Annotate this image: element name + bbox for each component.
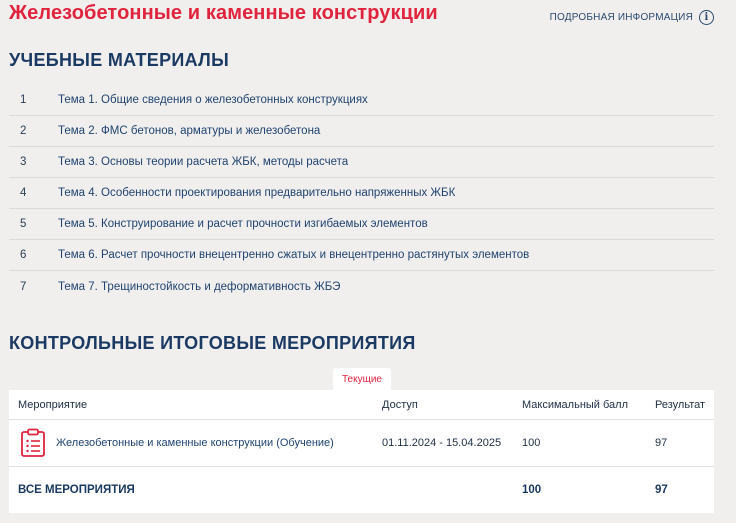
material-item-7[interactable]: 7 Тема 7. Трещиностойкость и деформативно… bbox=[9, 271, 714, 302]
material-number: 1 bbox=[20, 94, 27, 106]
material-number: 3 bbox=[20, 156, 27, 168]
event-result: 97 bbox=[655, 437, 668, 449]
table-total-row: ВСЕ МЕРОПРИЯТИЯ 100 97 bbox=[9, 467, 714, 513]
material-item-6[interactable]: 6 Тема 6. Расчет прочности внецентренно с… bbox=[9, 240, 714, 271]
material-link[interactable]: Тема 4. Особенности проектирования предв… bbox=[58, 187, 455, 199]
material-link[interactable]: Тема 2. ФМС бетонов, арматуры и железобе… bbox=[58, 125, 320, 137]
clipboard-list-icon bbox=[21, 428, 45, 457]
material-link[interactable]: Тема 5. Конструирование и расчет прочнос… bbox=[58, 218, 428, 230]
total-label: ВСЕ МЕРОПРИЯТИЯ bbox=[18, 484, 135, 496]
events-table: Мероприятие Доступ Максимальный балл Рез… bbox=[9, 390, 714, 513]
table-header: Мероприятие Доступ Максимальный балл Рез… bbox=[9, 390, 714, 420]
event-access: 01.11.2024 - 15.04.2025 bbox=[382, 437, 502, 449]
material-link[interactable]: Тема 3. Основы теории расчета ЖБК, метод… bbox=[58, 156, 348, 168]
details-link[interactable]: ПОДРОБНАЯ ИНФОРМАЦИЯ i bbox=[550, 10, 714, 25]
material-number: 2 bbox=[20, 125, 27, 137]
table-row[interactable]: Железобетонные и каменные конструкции (О… bbox=[9, 420, 714, 467]
event-max-score: 100 bbox=[522, 437, 541, 449]
materials-list: 1 Тема 1. Общие сведения о железобетонных… bbox=[9, 85, 714, 302]
material-item-2[interactable]: 2 Тема 2. ФМС бетонов, арматуры и железоб… bbox=[9, 116, 714, 147]
material-item-3[interactable]: 3 Тема 3. Основы теории расчета ЖБК, мето… bbox=[9, 147, 714, 178]
details-link-label: ПОДРОБНАЯ ИНФОРМАЦИЯ bbox=[549, 12, 693, 23]
events-section-title: КОНТРОЛЬНЫЕ ИТОГОВЫЕ МЕРОПРИЯТИЯ bbox=[9, 333, 416, 353]
total-max-score: 100 bbox=[522, 484, 542, 496]
material-number: 4 bbox=[20, 187, 27, 199]
material-item-4[interactable]: 4 Тема 4. Особенности проектирования пред… bbox=[9, 178, 714, 209]
material-link[interactable]: Тема 1. Общие сведения о железобетонных … bbox=[58, 94, 368, 106]
tab-current[interactable]: Текущие bbox=[333, 368, 391, 390]
event-name-link[interactable]: Железобетонные и каменные конструкции (О… bbox=[56, 437, 334, 449]
material-link[interactable]: Тема 7. Трещиностойкость и деформативнос… bbox=[58, 281, 340, 293]
material-item-1[interactable]: 1 Тема 1. Общие сведения о железобетонных… bbox=[9, 85, 714, 116]
column-header-event: Мероприятие bbox=[18, 398, 88, 411]
total-result: 97 bbox=[655, 484, 668, 496]
page-title: Железобетонные и каменные конструкции bbox=[9, 2, 438, 24]
event-cell: Железобетонные и каменные конструкции (О… bbox=[9, 428, 382, 458]
materials-section-title: УЧЕБНЫЕ МАТЕРИАЛЫ bbox=[9, 50, 230, 70]
info-icon[interactable]: i bbox=[699, 10, 714, 25]
material-number: 6 bbox=[20, 249, 27, 261]
material-number: 5 bbox=[20, 218, 27, 230]
column-header-max-score: Максимальный балл bbox=[522, 398, 628, 411]
material-item-5[interactable]: 5 Тема 5. Конструирование и расчет прочно… bbox=[9, 209, 714, 240]
material-number: 7 bbox=[20, 280, 27, 293]
column-header-access: Доступ bbox=[382, 398, 418, 411]
column-header-result: Результат bbox=[655, 398, 706, 411]
material-link[interactable]: Тема 6. Расчет прочности внецентренно сж… bbox=[58, 249, 529, 261]
